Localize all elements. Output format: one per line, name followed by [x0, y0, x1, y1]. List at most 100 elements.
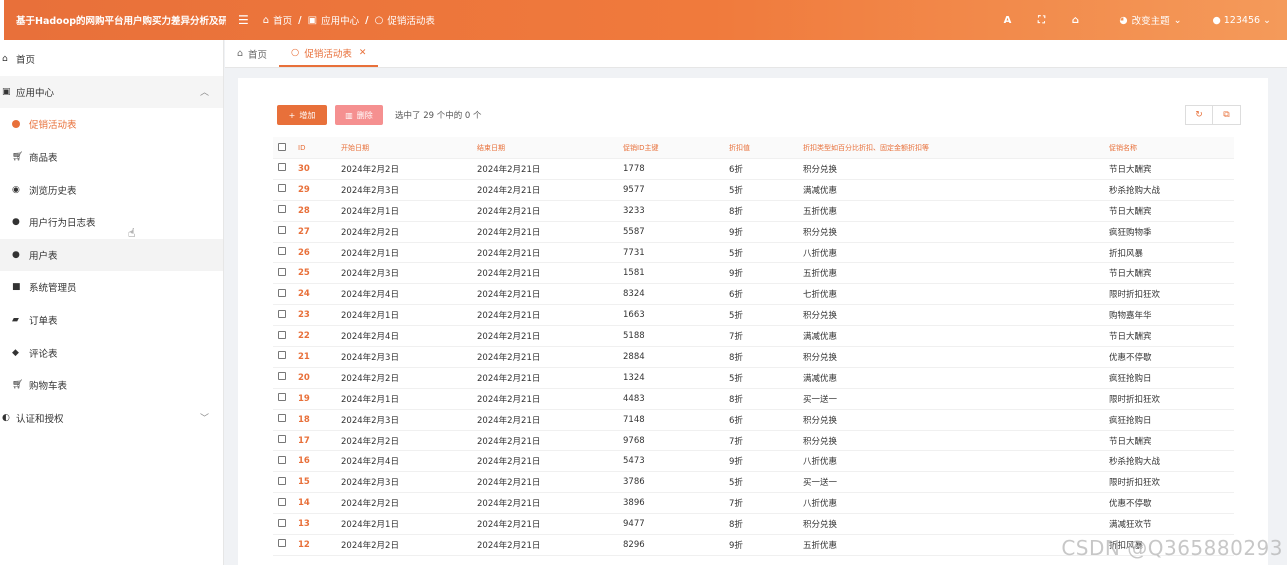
cell-id: 22	[298, 331, 310, 342]
table-row[interactable]: 26 2024年2月1日 2024年2月21日 7731 5折 八折优惠 折扣风暴	[273, 243, 1234, 264]
table-row[interactable]: 18 2024年2月3日 2024年2月21日 7148 6折 积分兑换 疯狂抢购日	[273, 410, 1234, 431]
sidebar-item-label: 商品表	[29, 153, 58, 165]
cell-id: 27	[298, 226, 310, 237]
user-menu-button[interactable]: ● 123456 ⌄	[1212, 15, 1271, 26]
select-all-checkbox[interactable]	[278, 142, 286, 151]
cell-id: 24	[298, 289, 310, 300]
row-checkbox[interactable]	[278, 393, 286, 402]
row-checkbox[interactable]	[278, 497, 286, 506]
table-row[interactable]: 28 2024年2月1日 2024年2月21日 3233 8折 五折优惠 节日大酬宾	[273, 201, 1234, 222]
cell-start-date: 2024年2月2日	[341, 164, 399, 175]
row-checkbox[interactable]	[278, 226, 286, 235]
export-button[interactable]: ⧉	[1213, 105, 1241, 125]
sidebar-item-comments[interactable]: ◆ 评论表	[0, 336, 223, 369]
table-row[interactable]: 19 2024年2月1日 2024年2月21日 4483 8折 买一送一 限时折扣狂欢	[273, 389, 1234, 410]
sidebar-item-admins[interactable]: ■ 系统管理员	[0, 271, 223, 304]
column-header-start-date[interactable]: 开始日期	[341, 143, 477, 153]
close-icon[interactable]: ✕	[359, 48, 367, 58]
table-row[interactable]: 27 2024年2月2日 2024年2月21日 5587 9折 积分兑换 疯狂购物季	[273, 222, 1234, 243]
row-checkbox[interactable]	[278, 247, 286, 255]
sidebar-item-home[interactable]: ⌂ 首页	[0, 43, 223, 76]
row-checkbox[interactable]	[278, 455, 286, 464]
column-header-discount[interactable]: 折扣值	[729, 143, 803, 153]
tab-home[interactable]: ⌂ 首页	[225, 40, 279, 67]
row-checkbox[interactable]	[278, 435, 286, 444]
table-body: 30 2024年2月2日 2024年2月21日 1778 6折 积分兑换 节日大酬宾 29 20…	[273, 159, 1234, 556]
cell-id: 28	[298, 205, 310, 216]
font-size-icon[interactable]: A	[990, 15, 1024, 26]
refresh-button[interactable]: ↻	[1185, 105, 1213, 125]
cell-promo-id: 5188	[623, 331, 645, 342]
table-row[interactable]: 21 2024年2月3日 2024年2月21日 2884 8折 积分兑换 优惠不停歇	[273, 347, 1234, 368]
fullscreen-icon[interactable]: ⛶	[1024, 15, 1058, 26]
row-checkbox[interactable]	[278, 351, 286, 360]
cell-id: 19	[298, 393, 310, 404]
column-header-id[interactable]: ID	[298, 144, 341, 152]
menu-toggle-icon[interactable]: ☰	[238, 13, 249, 27]
table-row[interactable]: 23 2024年2月1日 2024年2月21日 1663 5折 积分兑换 购物嘉年华	[273, 305, 1234, 327]
cell-promo-name: 疯狂抢购日	[1109, 373, 1152, 384]
breadcrumb-app-center[interactable]: 应用中心	[321, 13, 359, 27]
table-row[interactable]: 30 2024年2月2日 2024年2月21日 1778 6折 积分兑换 节日大酬宾	[273, 159, 1234, 180]
palette-icon: ◕	[1119, 14, 1128, 26]
selection-info: 选中了 29 个中的 0 个	[395, 111, 482, 121]
theme-switch-button[interactable]: ◕ 改变主题 ⌄	[1104, 13, 1196, 28]
row-checkbox[interactable]	[278, 163, 286, 172]
cell-end-date: 2024年2月21日	[477, 499, 541, 510]
sidebar-group-auth[interactable]: ◐ 认证和授权 ﹀	[0, 402, 223, 435]
row-checkbox[interactable]	[278, 518, 286, 527]
row-checkbox[interactable]	[278, 476, 286, 485]
column-header-end-date[interactable]: 结束日期	[477, 143, 623, 153]
row-checkbox[interactable]	[278, 372, 286, 381]
table-row[interactable]: 25 2024年2月3日 2024年2月21日 1581 9折 五折优惠 节日大酬宾	[273, 263, 1234, 285]
cell-start-date: 2024年2月4日	[341, 457, 399, 468]
sidebar-item-orders[interactable]: ▰ 订单表	[0, 304, 223, 337]
cell-discount-type: 积分兑换	[803, 227, 838, 238]
sidebar: ⌂ 首页 ▣ 应用中心 ︿ 促销活动表 🛒︎ 商品表 ◉ 浏览历史表 ● 用户行…	[0, 40, 224, 565]
table-row[interactable]: 29 2024年2月3日 2024年2月21日 9577 5折 满减优惠 秒杀抢购大战	[273, 180, 1234, 201]
cell-discount-type: 七折优惠	[803, 290, 838, 301]
home-icon[interactable]: ⌂	[1058, 15, 1092, 26]
add-button[interactable]: + 增加	[277, 105, 327, 125]
row-checkbox[interactable]	[278, 288, 286, 297]
sidebar-item-products[interactable]: 🛒︎ 商品表	[0, 141, 223, 174]
chevron-down-icon: ﹀	[199, 414, 209, 425]
sidebar-item-browse-history[interactable]: ◉ 浏览历史表	[0, 173, 223, 206]
home-icon: ⌂	[262, 14, 270, 26]
table-row[interactable]: 15 2024年2月3日 2024年2月21日 3786 5折 买一送一 限时折扣狂欢	[273, 472, 1234, 494]
table-row[interactable]: 20 2024年2月2日 2024年2月21日 1324 5折 满减优惠 疯狂抢购日	[273, 368, 1234, 389]
cell-promo-id: 3233	[623, 205, 645, 216]
breadcrumb-home[interactable]: 首页	[273, 13, 292, 27]
tab-promotions[interactable]: ○ 促销活动表 ✕	[279, 40, 379, 67]
table-row[interactable]: 17 2024年2月2日 2024年2月21日 9768 7折 积分兑换 节日大酬宾	[273, 431, 1234, 452]
row-checkbox[interactable]	[278, 414, 286, 423]
column-header-promo-name[interactable]: 促销名称	[1109, 143, 1234, 153]
table-row[interactable]: 22 2024年2月4日 2024年2月21日 5188 7折 满减优惠 节日大酬宾	[273, 326, 1234, 348]
table-toolbar: + 增加 ▥ 删除 选中了 29 个中的 0 个	[277, 105, 482, 125]
row-checkbox[interactable]	[278, 539, 286, 548]
column-header-promo-id[interactable]: 促销ID主键	[623, 143, 729, 153]
cell-promo-name: 秒杀抢购大战	[1109, 457, 1161, 468]
row-checkbox[interactable]	[278, 267, 286, 276]
sidebar-item-cart[interactable]: 🛒︎ 购物车表	[0, 369, 223, 402]
sidebar-item-users[interactable]: ● 用户表	[0, 238, 223, 272]
home-icon: ⌂	[237, 48, 244, 59]
sidebar-item-behavior-log[interactable]: ● 用户行为日志表	[0, 206, 223, 239]
sidebar-group-app-center[interactable]: ▣ 应用中心 ︿	[0, 75, 223, 109]
delete-button[interactable]: ▥ 删除	[335, 105, 383, 125]
table-row[interactable]: 13 2024年2月1日 2024年2月21日 9477 8折 积分兑换 满减狂欢节	[273, 514, 1234, 536]
table-row[interactable]: 24 2024年2月4日 2024年2月21日 8324 6折 七折优惠 限时折扣狂欢	[273, 284, 1234, 306]
row-select-cell	[273, 455, 298, 467]
sidebar-item-promotions[interactable]: 促销活动表	[0, 108, 223, 141]
table-row[interactable]: 16 2024年2月4日 2024年2月21日 5473 9折 八折优惠 秒杀抢购大战	[273, 451, 1234, 473]
cell-promo-name: 节日大酬宾	[1109, 269, 1152, 280]
column-header-discount-type[interactable]: 折扣类型如百分比折扣、固定金额折扣等	[803, 143, 1109, 153]
app-title: 基于Hadoop的网购平台用户购买力差异分析及研究	[0, 0, 226, 40]
row-checkbox[interactable]	[278, 309, 286, 318]
row-checkbox[interactable]	[278, 330, 286, 339]
table-row[interactable]: 14 2024年2月2日 2024年2月21日 3896 7折 八折优惠 优惠不停歇	[273, 493, 1234, 515]
row-checkbox[interactable]	[278, 184, 286, 193]
cell-start-date: 2024年2月1日	[341, 311, 399, 322]
cell-discount-type: 五折优惠	[803, 269, 838, 280]
row-checkbox[interactable]	[278, 205, 286, 214]
